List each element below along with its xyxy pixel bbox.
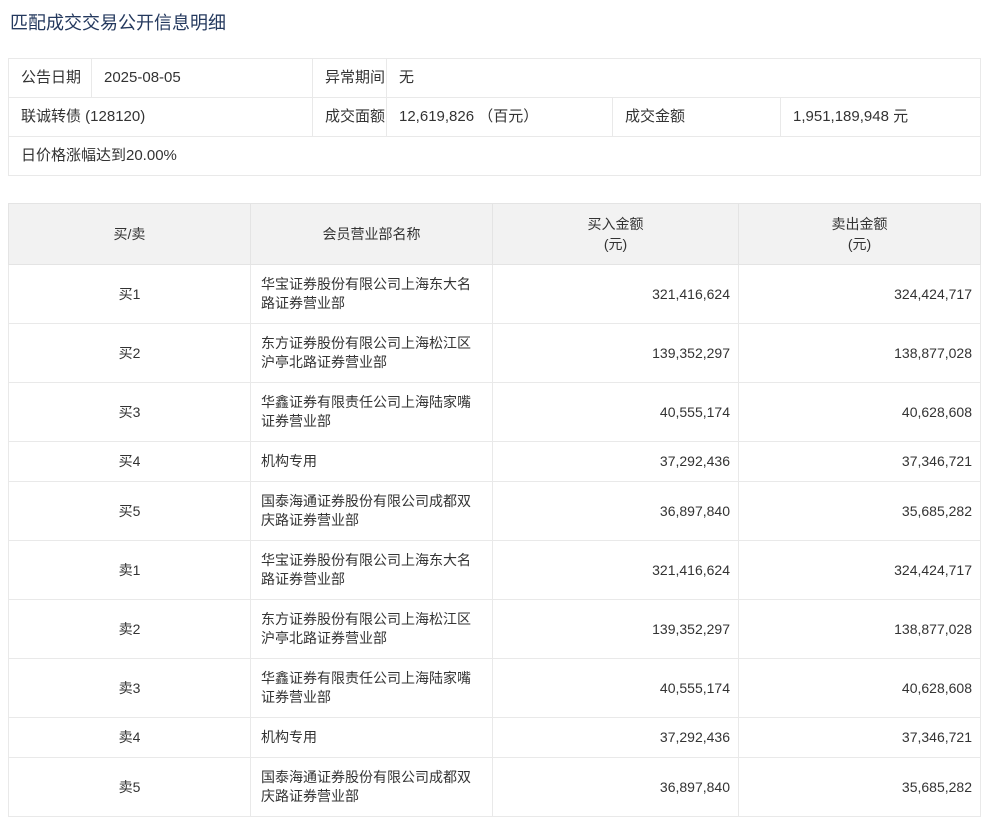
branch-cell: 机构专用	[251, 718, 493, 758]
sell-amount-header-text: 卖出金额	[747, 214, 972, 234]
buy-amount-unit: (元)	[501, 234, 730, 254]
table-header-row: 买/卖 会员营业部名称 买入金额 (元) 卖出金额 (元)	[9, 204, 981, 265]
side-cell: 买5	[9, 482, 251, 541]
branch-cell: 华鑫证券有限责任公司上海陆家嘴证券营业部	[251, 383, 493, 442]
side-cell: 买4	[9, 442, 251, 482]
side-cell: 卖4	[9, 718, 251, 758]
table-row: 卖3 华鑫证券有限责任公司上海陆家嘴证券营业部 40,555,174 40,62…	[9, 659, 981, 718]
face-amount-label: 成交面额	[313, 98, 387, 137]
column-header-buy: 买入金额 (元)	[493, 204, 739, 265]
security-name: 联诚转债 (128120)	[9, 98, 313, 137]
table-row: 卖5 国泰海通证券股份有限公司成都双庆路证券营业部 36,897,840 35,…	[9, 758, 981, 817]
sell-amount-cell: 35,685,282	[739, 482, 981, 541]
turnover-value: 1,951,189,948 元	[781, 98, 981, 137]
announce-date-label: 公告日期	[9, 59, 92, 98]
side-cell: 买1	[9, 265, 251, 324]
abnormal-period-label: 异常期间	[313, 59, 387, 98]
info-row-note: 日价格涨幅达到20.00%	[9, 137, 981, 176]
sell-amount-cell: 40,628,608	[739, 383, 981, 442]
buy-amount-cell: 40,555,174	[493, 659, 739, 718]
buy-amount-cell: 321,416,624	[493, 265, 739, 324]
side-cell: 卖1	[9, 541, 251, 600]
sell-amount-cell: 324,424,717	[739, 541, 981, 600]
abnormal-period-value: 无	[387, 59, 981, 98]
price-change-note: 日价格涨幅达到20.00%	[9, 137, 981, 176]
side-cell: 买2	[9, 324, 251, 383]
branch-cell: 华宝证券股份有限公司上海东大名路证券营业部	[251, 265, 493, 324]
sell-amount-cell: 40,628,608	[739, 659, 981, 718]
sell-amount-cell: 324,424,717	[739, 265, 981, 324]
turnover-label: 成交金额	[613, 98, 781, 137]
table-row: 买3 华鑫证券有限责任公司上海陆家嘴证券营业部 40,555,174 40,62…	[9, 383, 981, 442]
column-header-sell: 卖出金额 (元)	[739, 204, 981, 265]
table-row: 买2 东方证券股份有限公司上海松江区沪亭北路证券营业部 139,352,297 …	[9, 324, 981, 383]
branch-cell: 华鑫证券有限责任公司上海陆家嘴证券营业部	[251, 659, 493, 718]
column-header-side: 买/卖	[9, 204, 251, 265]
announce-date-value: 2025-08-05	[92, 59, 313, 98]
buy-amount-cell: 36,897,840	[493, 482, 739, 541]
table-row: 买5 国泰海通证券股份有限公司成都双庆路证券营业部 36,897,840 35,…	[9, 482, 981, 541]
page: 匹配成交交易公开信息明细 公告日期 2025-08-05 异常期间 无 联诚转债…	[0, 13, 988, 817]
buy-amount-cell: 139,352,297	[493, 324, 739, 383]
table-row: 买4 机构专用 37,292,436 37,346,721	[9, 442, 981, 482]
buy-amount-header-text: 买入金额	[501, 214, 730, 234]
buy-amount-cell: 139,352,297	[493, 600, 739, 659]
table-row: 卖2 东方证券股份有限公司上海松江区沪亭北路证券营业部 139,352,297 …	[9, 600, 981, 659]
branch-cell: 东方证券股份有限公司上海松江区沪亭北路证券营业部	[251, 324, 493, 383]
face-amount-value: 12,619,826 （百元）	[387, 98, 613, 137]
sell-amount-cell: 35,685,282	[739, 758, 981, 817]
table-row: 卖1 华宝证券股份有限公司上海东大名路证券营业部 321,416,624 324…	[9, 541, 981, 600]
info-row-date: 公告日期 2025-08-05 异常期间 无	[9, 59, 981, 98]
sell-amount-cell: 138,877,028	[739, 324, 981, 383]
sell-amount-cell: 138,877,028	[739, 600, 981, 659]
branch-cell: 东方证券股份有限公司上海松江区沪亭北路证券营业部	[251, 600, 493, 659]
buy-amount-cell: 37,292,436	[493, 442, 739, 482]
buy-amount-cell: 37,292,436	[493, 718, 739, 758]
page-title: 匹配成交交易公开信息明细	[10, 13, 988, 33]
sell-amount-cell: 37,346,721	[739, 442, 981, 482]
side-cell: 买3	[9, 383, 251, 442]
column-header-branch: 会员营业部名称	[251, 204, 493, 265]
table-row: 买1 华宝证券股份有限公司上海东大名路证券营业部 321,416,624 324…	[9, 265, 981, 324]
side-cell: 卖5	[9, 758, 251, 817]
sell-amount-cell: 37,346,721	[739, 718, 981, 758]
branch-cell: 华宝证券股份有限公司上海东大名路证券营业部	[251, 541, 493, 600]
summary-info-table: 公告日期 2025-08-05 异常期间 无 联诚转债 (128120) 成交面…	[8, 58, 981, 176]
side-cell: 卖3	[9, 659, 251, 718]
info-row-security: 联诚转债 (128120) 成交面额 12,619,826 （百元） 成交金额 …	[9, 98, 981, 137]
branch-cell: 国泰海通证券股份有限公司成都双庆路证券营业部	[251, 758, 493, 817]
trade-detail-table: 买/卖 会员营业部名称 买入金额 (元) 卖出金额 (元) 买1 华宝证券股份有…	[8, 203, 981, 817]
sell-amount-unit: (元)	[747, 234, 972, 254]
table-row: 卖4 机构专用 37,292,436 37,346,721	[9, 718, 981, 758]
buy-amount-cell: 321,416,624	[493, 541, 739, 600]
buy-amount-cell: 36,897,840	[493, 758, 739, 817]
branch-cell: 国泰海通证券股份有限公司成都双庆路证券营业部	[251, 482, 493, 541]
branch-cell: 机构专用	[251, 442, 493, 482]
buy-amount-cell: 40,555,174	[493, 383, 739, 442]
side-cell: 卖2	[9, 600, 251, 659]
